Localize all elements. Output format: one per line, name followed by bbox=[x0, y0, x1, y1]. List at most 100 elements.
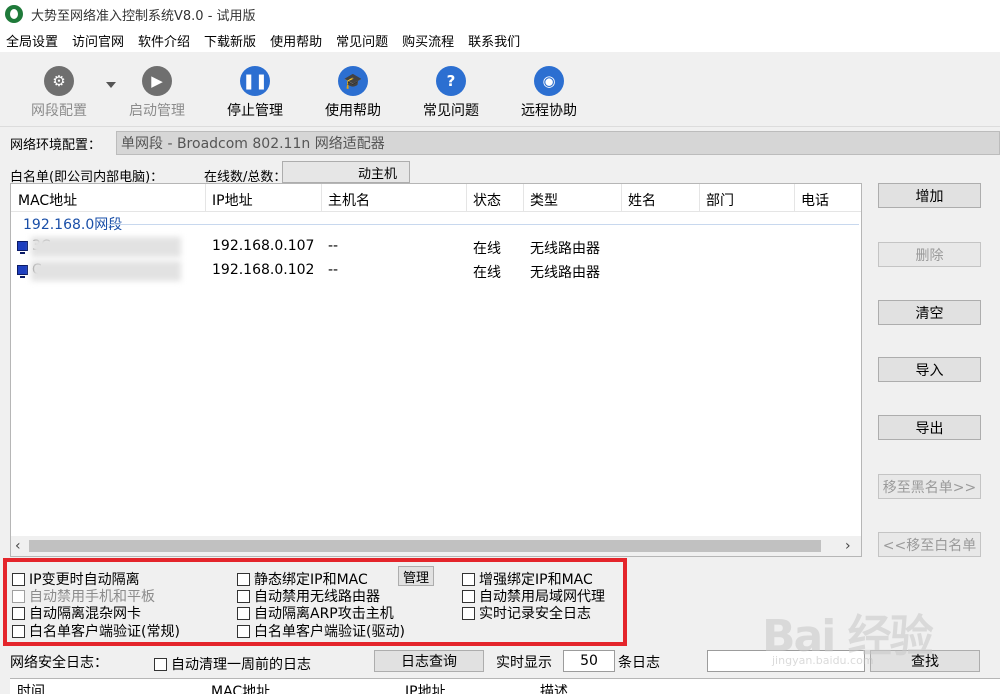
log-count-field[interactable]: 50 bbox=[563, 650, 615, 672]
checkbox[interactable] bbox=[462, 606, 475, 620]
option-isolate-arp-attack[interactable]: 自动隔离ARP攻击主机 bbox=[237, 603, 394, 623]
log-column-desc[interactable]: 描述 bbox=[540, 681, 568, 694]
horizontal-scrollbar[interactable]: ‹ › bbox=[11, 536, 861, 556]
checkbox[interactable] bbox=[237, 572, 250, 586]
menu-download-new[interactable]: 下载新版 bbox=[204, 31, 256, 50]
pause-icon: ❚❚ bbox=[240, 66, 270, 96]
chevron-left-icon[interactable]: ‹ bbox=[15, 538, 21, 554]
computer-icon bbox=[17, 241, 28, 254]
option-client-verify-driver[interactable]: 白名单客户端验证(驱动) bbox=[237, 621, 405, 641]
checkbox[interactable] bbox=[12, 624, 25, 638]
checkbox[interactable] bbox=[462, 589, 475, 603]
column-name[interactable]: 姓名 bbox=[628, 190, 656, 210]
log-query-button[interactable]: 日志查询 bbox=[374, 650, 484, 672]
start-management-label: 启动管理 bbox=[129, 103, 185, 119]
menu-help[interactable]: 使用帮助 bbox=[270, 31, 322, 50]
network-config-select[interactable]: 单网段 - Broadcom 802.11n 网络适配器 bbox=[116, 131, 1000, 155]
export-button[interactable]: 导出 bbox=[878, 415, 981, 440]
remote-assist-button[interactable]: ◉ 远程协助 bbox=[500, 60, 598, 124]
delete-button[interactable]: 删除 bbox=[878, 242, 981, 267]
move-to-whitelist-button[interactable]: <<移至白名单 bbox=[878, 532, 981, 557]
stop-management-button[interactable]: ❚❚ 停止管理 bbox=[206, 60, 304, 124]
row-status: 在线 bbox=[473, 241, 501, 257]
segment-config-button[interactable]: ⚙ 网段配置 bbox=[10, 60, 116, 124]
tab-hosts[interactable]: 动主机 bbox=[282, 161, 410, 183]
add-button[interactable]: 增加 bbox=[878, 183, 981, 208]
column-divider bbox=[205, 184, 206, 212]
column-divider bbox=[699, 184, 700, 212]
row-type: 无线路由器 bbox=[530, 265, 600, 281]
option-client-verify-normal[interactable]: 白名单客户端验证(常规) bbox=[12, 621, 180, 641]
row-type: 无线路由器 bbox=[530, 241, 600, 257]
column-host[interactable]: 主机名 bbox=[328, 190, 370, 210]
whitelist-table[interactable]: MAC地址 IP地址 主机名 状态 类型 姓名 部门 电话 192.168.0网… bbox=[10, 183, 862, 557]
group-divider bbox=[107, 224, 859, 225]
column-ip[interactable]: IP地址 bbox=[212, 190, 253, 210]
log-table-header: 时间 MAC地址 IP地址 描述 bbox=[10, 678, 1000, 694]
clear-button[interactable]: 清空 bbox=[878, 300, 981, 325]
scrollbar-thumb[interactable] bbox=[29, 540, 821, 552]
menu-faq[interactable]: 常见问题 bbox=[336, 31, 388, 50]
remote-assist-label: 远程协助 bbox=[521, 103, 577, 119]
checkbox[interactable] bbox=[237, 606, 250, 620]
menu-software-intro[interactable]: 软件介绍 bbox=[138, 31, 190, 50]
menu-purchase[interactable]: 购买流程 bbox=[402, 31, 454, 50]
segment-config-label: 网段配置 bbox=[31, 103, 87, 119]
column-status[interactable]: 状态 bbox=[473, 190, 501, 210]
toolbar: ⚙ 网段配置 ▶ 启动管理 ❚❚ 停止管理 🎓 使用帮助 ? 常见问题 ◉ 远程… bbox=[10, 60, 1000, 124]
row-status: 在线 bbox=[473, 265, 501, 281]
play-icon: ▶ bbox=[142, 66, 172, 96]
column-type[interactable]: 类型 bbox=[530, 190, 558, 210]
checkbox[interactable] bbox=[12, 589, 25, 603]
column-divider bbox=[523, 184, 524, 212]
checkbox[interactable] bbox=[12, 572, 25, 586]
checkbox[interactable] bbox=[154, 657, 167, 671]
option-isolate-promiscuous-nic[interactable]: 自动隔离混杂网卡 bbox=[12, 603, 141, 623]
menu-bar: 全局设置 访问官网 软件介绍 下载新版 使用帮助 常见问题 购买流程 联系我们 bbox=[0, 28, 1000, 52]
checkbox[interactable] bbox=[12, 606, 25, 620]
start-management-button[interactable]: ▶ 启动管理 bbox=[108, 60, 206, 124]
row-ip: 192.168.0.107 bbox=[212, 238, 315, 254]
log-column-ip[interactable]: IP地址 bbox=[405, 681, 446, 694]
column-divider bbox=[794, 184, 795, 212]
manage-button[interactable]: 管理 bbox=[398, 566, 434, 586]
import-button[interactable]: 导入 bbox=[878, 357, 981, 382]
watermark-url: jingyan.baidu.com bbox=[772, 654, 874, 667]
option-realtime-security-log[interactable]: 实时记录安全日志 bbox=[462, 603, 591, 623]
column-phone[interactable]: 电话 bbox=[801, 190, 829, 210]
log-column-time[interactable]: 时间 bbox=[17, 681, 45, 694]
help-label: 使用帮助 bbox=[325, 103, 381, 119]
checkbox[interactable] bbox=[237, 589, 250, 603]
auto-clean-log-checkbox[interactable]: 自动清理一周前的日志 bbox=[154, 654, 311, 674]
column-divider bbox=[621, 184, 622, 212]
table-row[interactable]: 3C 192.168.0.107 -- 在线 无线路由器 bbox=[11, 235, 861, 259]
faq-button[interactable]: ? 常见问题 bbox=[402, 60, 500, 124]
redacted-mac bbox=[31, 237, 181, 257]
menu-global-settings[interactable]: 全局设置 bbox=[6, 31, 58, 50]
faq-label: 常见问题 bbox=[423, 103, 479, 119]
column-dept[interactable]: 部门 bbox=[706, 190, 734, 210]
window-title: 大势至网络准入控制系统V8.0 - 试用版 bbox=[31, 8, 256, 24]
computer-icon bbox=[17, 265, 28, 278]
checkbox[interactable] bbox=[462, 572, 475, 586]
chevron-right-icon[interactable]: › bbox=[845, 538, 851, 554]
log-column-mac[interactable]: MAC地址 bbox=[211, 681, 270, 694]
gear-icon: ⚙ bbox=[44, 66, 74, 96]
table-row[interactable]: C 192.168.0.102 -- 在线 无线路由器 bbox=[11, 259, 861, 283]
realtime-display-label: 实时显示 bbox=[496, 655, 552, 671]
column-divider bbox=[321, 184, 322, 212]
redacted-mac bbox=[31, 261, 181, 281]
baidu-watermark: Bai 经验 jingyan.baidu.com bbox=[762, 600, 962, 667]
security-log-label: 网络安全日志： bbox=[10, 655, 108, 671]
column-mac[interactable]: MAC地址 bbox=[18, 190, 77, 210]
checkbox[interactable] bbox=[237, 624, 250, 638]
globe-icon: ◉ bbox=[534, 66, 564, 96]
menu-official-site[interactable]: 访问官网 bbox=[72, 31, 124, 50]
move-to-blacklist-button[interactable]: 移至黑名单>> bbox=[878, 474, 981, 499]
stop-management-label: 停止管理 bbox=[227, 103, 283, 119]
table-header: MAC地址 IP地址 主机名 状态 类型 姓名 部门 电话 bbox=[11, 184, 861, 212]
help-button[interactable]: 🎓 使用帮助 bbox=[304, 60, 402, 124]
menu-contact[interactable]: 联系我们 bbox=[468, 31, 520, 50]
row-host: -- bbox=[328, 238, 339, 254]
graduation-cap-icon: 🎓 bbox=[338, 66, 368, 96]
